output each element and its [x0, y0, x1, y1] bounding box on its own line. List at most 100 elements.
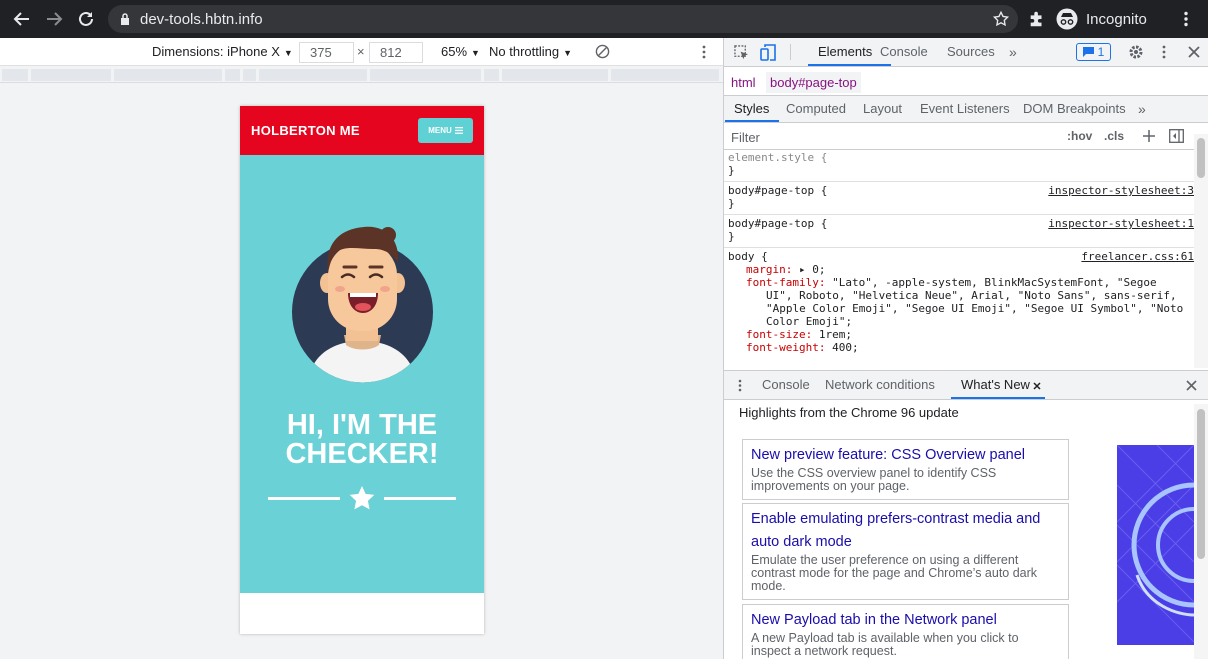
- tab-event-listeners[interactable]: Event Listeners: [920, 101, 1010, 116]
- rule-source-link[interactable]: freelancer.css:61: [1081, 250, 1194, 263]
- tab-layout[interactable]: Layout: [863, 101, 902, 116]
- whats-new-card[interactable]: New Payload tab in the Network panel A n…: [742, 604, 1069, 659]
- bookmark-star-icon[interactable]: [992, 10, 1010, 28]
- rotate-icon[interactable]: [595, 44, 610, 59]
- breadcrumb: html body#page-top: [724, 67, 1208, 96]
- drawer-tab-whats-new[interactable]: What's New: [961, 377, 1030, 392]
- site-navbar: HOLBERTON ME MENU: [240, 106, 484, 155]
- declaration-font-size[interactable]: font-size: 1rem;: [728, 328, 1190, 341]
- back-button[interactable]: [6, 3, 38, 35]
- card-title-link[interactable]: auto dark mode: [751, 531, 1060, 554]
- dropdown-arrow-icon: ▼: [471, 48, 480, 58]
- rule-source-link[interactable]: inspector-stylesheet:1: [1048, 217, 1194, 230]
- extensions-puzzle-icon[interactable]: [1028, 10, 1046, 28]
- gear-icon[interactable]: [1128, 44, 1144, 60]
- lock-icon: [121, 13, 129, 25]
- reload-icon: [79, 11, 93, 26]
- media-query-ruler[interactable]: [0, 66, 723, 83]
- rule-selector[interactable]: element.style {: [728, 151, 1190, 164]
- hov-toggle[interactable]: :hov: [1067, 129, 1092, 143]
- tab-computed[interactable]: Computed: [786, 101, 846, 116]
- zoom-label: 65%: [441, 44, 468, 59]
- expand-triangle-icon[interactable]: ▸: [799, 263, 806, 276]
- ruler-segment: [502, 69, 608, 81]
- drawer-tab-console[interactable]: Console: [762, 377, 810, 392]
- browser-toolbar: dev-tools.hbtn.info Incognito: [0, 0, 1208, 38]
- hero-headline: HI, I'M THE CHECKER!: [240, 411, 484, 469]
- tab-sources[interactable]: Sources: [947, 44, 995, 59]
- add-rule-icon[interactable]: [1143, 130, 1156, 143]
- ruler-segment: [259, 69, 367, 81]
- whats-new-card[interactable]: New preview feature: CSS Overview panel …: [742, 439, 1069, 500]
- device-toggle-icon[interactable]: [760, 44, 776, 61]
- tab-dom-breakpoints[interactable]: DOM Breakpoints: [1023, 101, 1126, 116]
- devtools-panel: Elements Console Sources » 1 html body#p…: [723, 38, 1208, 659]
- ruler-segment: [2, 69, 28, 81]
- close-drawer-icon[interactable]: [1186, 380, 1197, 391]
- tab-elements[interactable]: Elements: [818, 44, 872, 59]
- toggle-sidebar-icon[interactable]: [1169, 129, 1184, 143]
- card-title-link[interactable]: Enable emulating prefers-contrast media …: [751, 508, 1060, 531]
- active-tab-underline: [808, 64, 891, 66]
- card-description: mode.: [751, 579, 786, 593]
- style-rule-2: body#page-top { inspector-stylesheet:1 }: [724, 215, 1194, 248]
- issues-badge[interactable]: 1: [1076, 43, 1111, 61]
- url-text: dev-tools.hbtn.info: [140, 10, 263, 28]
- ruler-segment: [225, 69, 240, 81]
- throttling-select[interactable]: No throttling ▼: [489, 44, 572, 59]
- card-title-link[interactable]: New Payload tab in the Network panel: [751, 609, 1060, 632]
- declaration-font-weight[interactable]: font-weight: 400;: [728, 341, 1190, 354]
- close-devtools-icon[interactable]: [1188, 46, 1200, 58]
- property-value-continuation: Color Emoji";: [766, 315, 853, 328]
- declaration-margin[interactable]: margin: ▸ 0;: [728, 263, 1190, 276]
- tab-console[interactable]: Console: [880, 44, 928, 59]
- incognito-profile[interactable]: Incognito: [1056, 8, 1147, 30]
- divider-line-right: [384, 497, 456, 500]
- active-subtab-underline: [725, 120, 779, 122]
- rule-close: }: [728, 164, 735, 177]
- scrollbar-thumb[interactable]: [1197, 409, 1205, 559]
- more-tabs-chevron-icon[interactable]: »: [1009, 44, 1017, 60]
- rule-close: }: [728, 197, 735, 210]
- height-input[interactable]: 812: [369, 42, 423, 63]
- property-value: 400;: [832, 341, 859, 354]
- rule-source-link[interactable]: inspector-stylesheet:3: [1048, 184, 1194, 197]
- dropdown-arrow-icon: ▼: [563, 48, 573, 58]
- width-input[interactable]: 375: [299, 42, 354, 63]
- drawer-scrollbar[interactable]: [1194, 404, 1208, 659]
- cls-toggle[interactable]: .cls: [1104, 129, 1124, 143]
- forward-button[interactable]: [38, 3, 70, 35]
- inspect-element-icon[interactable]: [734, 45, 749, 60]
- whats-new-heading: Highlights from the Chrome 96 update: [739, 405, 959, 420]
- card-title-link[interactable]: New preview feature: CSS Overview panel: [751, 444, 1060, 467]
- arrow-left-icon: [13, 12, 29, 26]
- breadcrumb-html[interactable]: html: [731, 75, 756, 90]
- device-toolbar-menu-icon[interactable]: [701, 45, 707, 59]
- styles-scrollbar[interactable]: [1194, 134, 1208, 368]
- tab-styles[interactable]: Styles: [734, 101, 769, 116]
- drawer-tab-network-conditions[interactable]: Network conditions: [825, 377, 935, 392]
- devtools-menu-icon[interactable]: [1161, 45, 1167, 59]
- filter-input[interactable]: Filter: [731, 130, 760, 145]
- property-value-continuation: UI", Roboto, "Helvetica Neue", Arial, "N…: [766, 289, 1177, 302]
- scrollbar-thumb[interactable]: [1197, 138, 1205, 178]
- property-name: font-size: [746, 328, 806, 341]
- menu-button[interactable]: MENU: [418, 118, 473, 143]
- browser-menu-icon[interactable]: [1180, 11, 1192, 27]
- more-subtabs-chevron-icon[interactable]: »: [1138, 101, 1146, 117]
- breadcrumb-body[interactable]: body#page-top: [766, 72, 861, 93]
- site-brand[interactable]: HOLBERTON ME: [251, 123, 360, 138]
- drawer-menu-icon[interactable]: [738, 379, 742, 392]
- declaration-font-family[interactable]: font-family: "Lato", -apple-system, Blin…: [728, 276, 1190, 289]
- device-select[interactable]: Dimensions: iPhone X ▼: [152, 44, 293, 59]
- reload-button[interactable]: [70, 3, 102, 35]
- whats-new-card[interactable]: Enable emulating prefers-contrast media …: [742, 503, 1069, 600]
- headline-line-2: CHECKER!: [285, 438, 439, 470]
- ruler-segment: [370, 69, 481, 81]
- ruler-segment: [31, 69, 111, 81]
- avatar-illustration: [292, 226, 433, 383]
- zoom-select[interactable]: 65% ▼: [441, 44, 480, 59]
- close-tab-icon[interactable]: [1033, 382, 1041, 390]
- address-bar[interactable]: dev-tools.hbtn.info: [108, 5, 1018, 33]
- drawer-tabs: Console Network conditions What's New: [724, 371, 1208, 400]
